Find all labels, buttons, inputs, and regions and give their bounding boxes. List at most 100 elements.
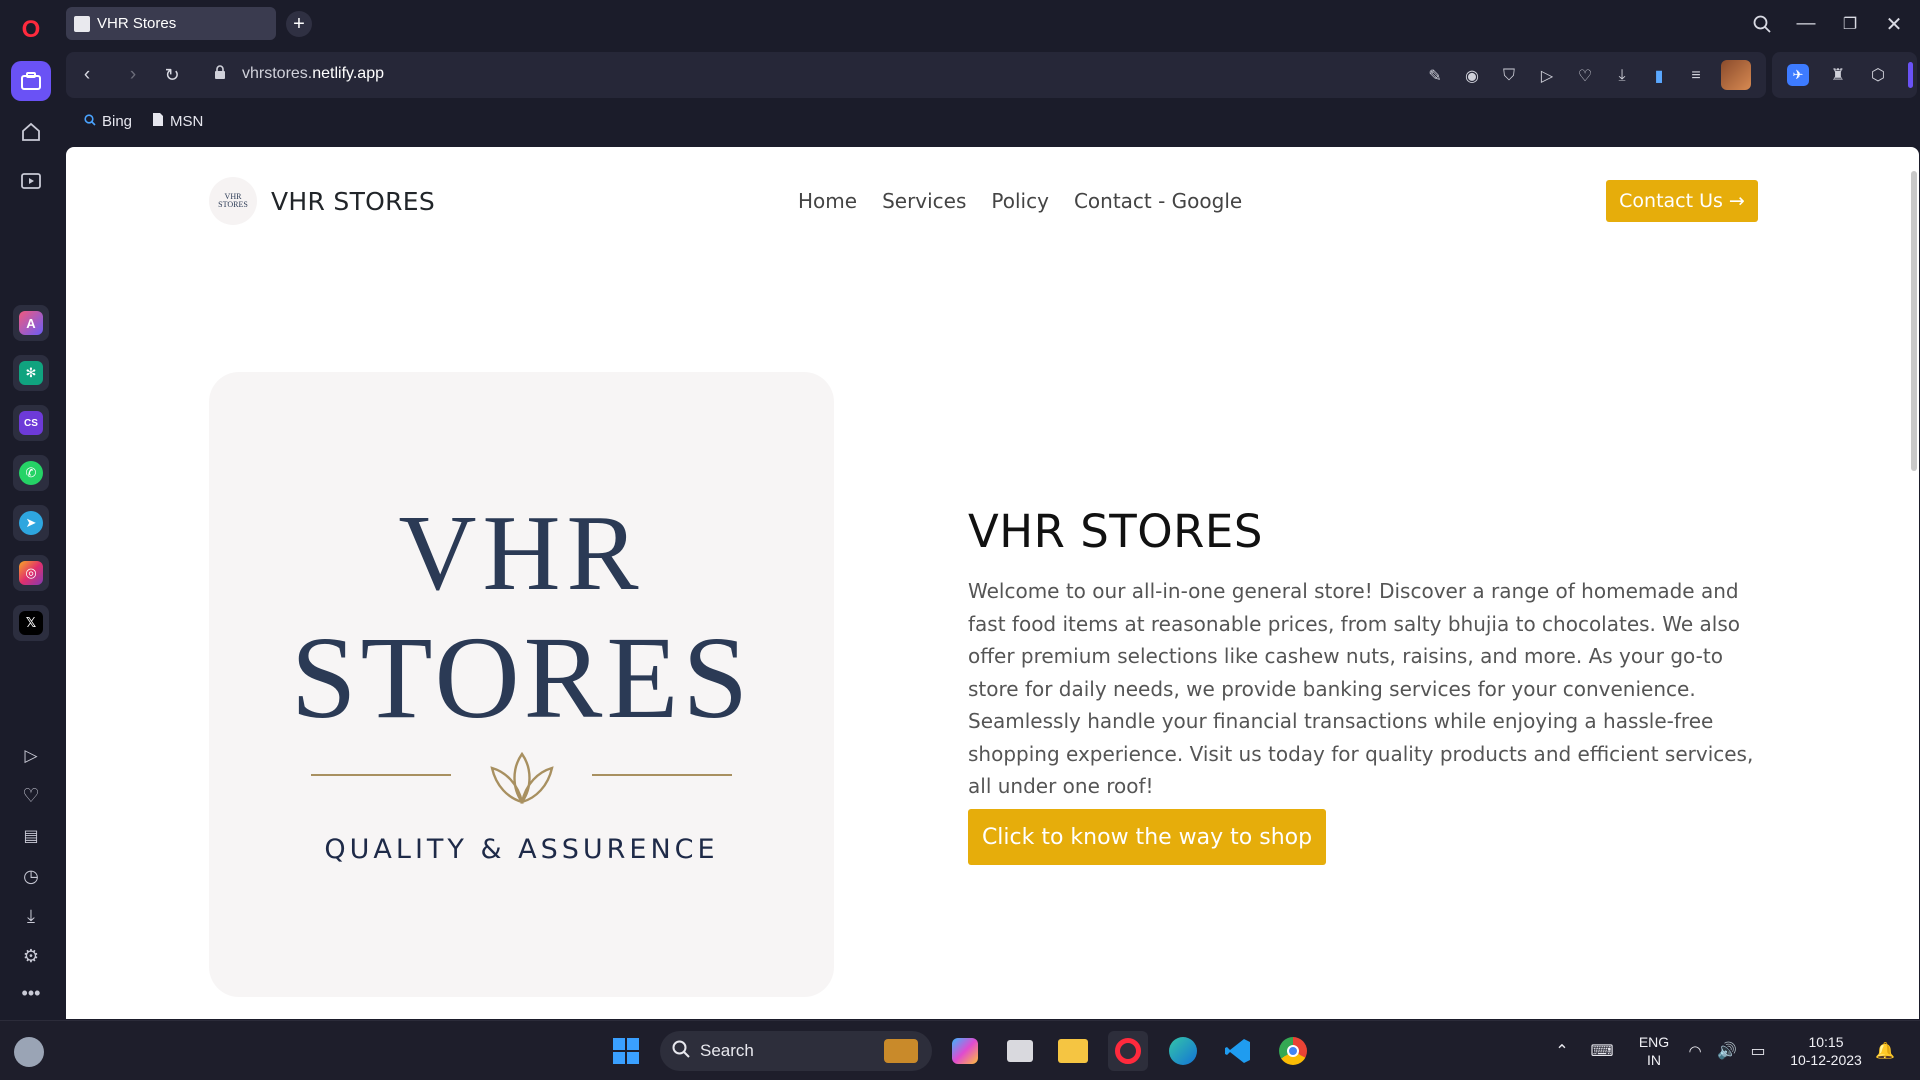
- taskbar-search-box[interactable]: Search: [660, 1031, 932, 1071]
- instagram-app-icon[interactable]: ◎: [13, 555, 49, 591]
- language-line1: ENG: [1638, 1034, 1670, 1050]
- language-indicator[interactable]: ENG IN: [1636, 1033, 1672, 1069]
- battery-icon[interactable]: ▭: [1738, 1031, 1778, 1071]
- logo-line1: VHR: [398, 494, 645, 613]
- profile-avatar[interactable]: [1721, 60, 1751, 90]
- edit-icon[interactable]: ✎: [1424, 65, 1446, 87]
- keyboard-icon[interactable]: ⌨: [1582, 1031, 1622, 1071]
- search-icon: [84, 113, 96, 129]
- logo-tagline: QUALITY & ASSURENCE: [324, 834, 719, 865]
- brand-logo: VHR STORES: [209, 177, 257, 225]
- bookmark-label: Bing: [102, 112, 133, 130]
- site-brand[interactable]: VHR STORES VHR STORES: [209, 177, 435, 225]
- sidebar-indicator: [1908, 62, 1913, 88]
- nav-home[interactable]: Home: [798, 189, 857, 213]
- settings-gear-icon[interactable]: ⚙: [11, 936, 51, 976]
- restore-button[interactable]: ❐: [1830, 8, 1870, 40]
- bookmark-msn[interactable]: MSN: [152, 112, 203, 131]
- chatgpt-app-icon[interactable]: ✻: [13, 355, 49, 391]
- search-label: Search: [700, 1041, 754, 1060]
- task-view-icon[interactable]: [1000, 1031, 1040, 1071]
- search-icon: [672, 1040, 690, 1063]
- x-twitter-app-icon[interactable]: 𝕏: [13, 605, 49, 641]
- send-icon[interactable]: ▷: [1536, 65, 1558, 87]
- forward-button[interactable]: ›: [118, 60, 148, 90]
- windows-start-icon[interactable]: [606, 1031, 646, 1071]
- brand-name: VHR STORES: [271, 186, 436, 216]
- notification-bell-icon[interactable]: 🔔: [1865, 1031, 1905, 1071]
- clock-time: 10:15: [1808, 1034, 1844, 1050]
- arrow-right-icon: →: [1728, 190, 1745, 212]
- aria-app-icon[interactable]: A: [13, 305, 49, 341]
- opera-logo-icon[interactable]: O: [11, 10, 51, 50]
- player-icon[interactable]: ▷: [11, 736, 51, 776]
- tab-title: VHR Stores: [97, 15, 177, 32]
- logo-line2: STORES: [290, 612, 753, 743]
- tab-strip: VHR Stores + — ❐ ✕: [62, 0, 1920, 50]
- ad-block-extension-icon[interactable]: ♜: [1827, 64, 1849, 86]
- shop-way-button[interactable]: Click to know the way to shop: [968, 809, 1326, 865]
- telegram-app-icon[interactable]: ➤: [13, 505, 49, 541]
- site-header: VHR STORES VHR STORES Home Services Poli…: [66, 147, 1919, 247]
- weather-cloud-icon[interactable]: [14, 1037, 44, 1067]
- search-highlight-icon: [884, 1039, 918, 1063]
- hero-description: Welcome to our all-in-one general store!…: [968, 579, 1754, 798]
- file-explorer-icon[interactable]: [1053, 1031, 1093, 1071]
- workspaces-icon[interactable]: [11, 61, 51, 101]
- clock[interactable]: 10:15 10-12-2023: [1780, 1033, 1872, 1069]
- document-icon: [152, 112, 164, 131]
- nav-policy[interactable]: Policy: [991, 189, 1049, 213]
- nav-contact-google[interactable]: Contact - Google: [1074, 189, 1242, 213]
- chrome-icon[interactable]: [1273, 1031, 1313, 1071]
- hero-logo-card: VHR STORES QUALITY & ASSURENCE: [209, 372, 834, 997]
- vscode-icon[interactable]: [1218, 1031, 1258, 1071]
- snapshot-camera-icon[interactable]: ◉: [1461, 65, 1483, 87]
- hero-title: VHR STORES: [968, 505, 1263, 558]
- more-icon[interactable]: •••: [11, 973, 51, 1013]
- bookmark-bing[interactable]: Bing: [84, 113, 132, 130]
- minimize-button[interactable]: —: [1786, 8, 1826, 40]
- reload-icon[interactable]: ↻: [157, 60, 187, 90]
- battery-saver-icon[interactable]: ▮: [1648, 65, 1670, 87]
- downloads-icon[interactable]: ⤓: [11, 896, 51, 936]
- shield-check-icon[interactable]: ⛉: [1498, 65, 1520, 87]
- extensions-cube-icon[interactable]: ⬡: [1867, 64, 1889, 86]
- vpn-extension-icon[interactable]: ✈: [1787, 64, 1809, 86]
- back-button[interactable]: ‹: [72, 60, 102, 90]
- nav-services[interactable]: Services: [882, 189, 966, 213]
- clock-date: 10-12-2023: [1790, 1052, 1862, 1068]
- search-tabs-icon[interactable]: [1742, 8, 1782, 40]
- url-field[interactable]: vhrstores.netlify.app: [242, 65, 384, 83]
- contact-us-label: Contact Us: [1619, 190, 1723, 212]
- easy-setup-icon[interactable]: ≡: [1685, 65, 1707, 87]
- video-popout-icon[interactable]: [11, 161, 51, 201]
- active-tab[interactable]: VHR Stores: [66, 7, 276, 40]
- copilot-icon[interactable]: [945, 1031, 985, 1071]
- brand-logo-line2: STORES: [218, 200, 248, 209]
- download-icon[interactable]: ⤓: [1611, 65, 1633, 87]
- chatsonic-app-icon[interactable]: CS: [13, 405, 49, 441]
- contact-us-button[interactable]: Contact Us →: [1606, 180, 1758, 222]
- bookmarks-bar: Bing MSN: [66, 100, 203, 142]
- bookmark-heart-icon[interactable]: ♡: [1574, 65, 1596, 87]
- address-bar-row: ‹ › ↻ vhrstores.netlify.app ✎ ◉ ⛉ ▷ ♡ ⤓ …: [66, 52, 1766, 98]
- lotus-icon: [490, 751, 554, 805]
- chevron-up-icon[interactable]: ⌃: [1542, 1031, 1582, 1071]
- url-domain: netlify.app: [312, 65, 384, 82]
- close-window-button[interactable]: ✕: [1874, 8, 1914, 40]
- edge-icon[interactable]: [1163, 1031, 1203, 1071]
- pinboards-icon[interactable]: ▤: [11, 816, 51, 856]
- heart-icon[interactable]: ♡: [11, 776, 51, 816]
- new-tab-button[interactable]: +: [286, 11, 312, 37]
- whatsapp-app-icon[interactable]: ✆: [13, 455, 49, 491]
- web-page: VHR STORES VHR STORES Home Services Poli…: [66, 147, 1919, 1019]
- extensions-panel: ✈ ♜ ⬡: [1772, 52, 1917, 98]
- main-nav: Home Services Policy Contact - Google: [798, 189, 1242, 213]
- language-line2: IN: [1647, 1052, 1661, 1068]
- opera-taskbar-icon[interactable]: [1108, 1031, 1148, 1071]
- tab-favicon-icon: [74, 15, 90, 32]
- logo-divider-right: [592, 774, 732, 776]
- vhr-stores-logo: VHR STORES QUALITY & ASSURENCE: [209, 372, 834, 997]
- history-icon[interactable]: ◷: [11, 856, 51, 896]
- home-icon[interactable]: [11, 112, 51, 152]
